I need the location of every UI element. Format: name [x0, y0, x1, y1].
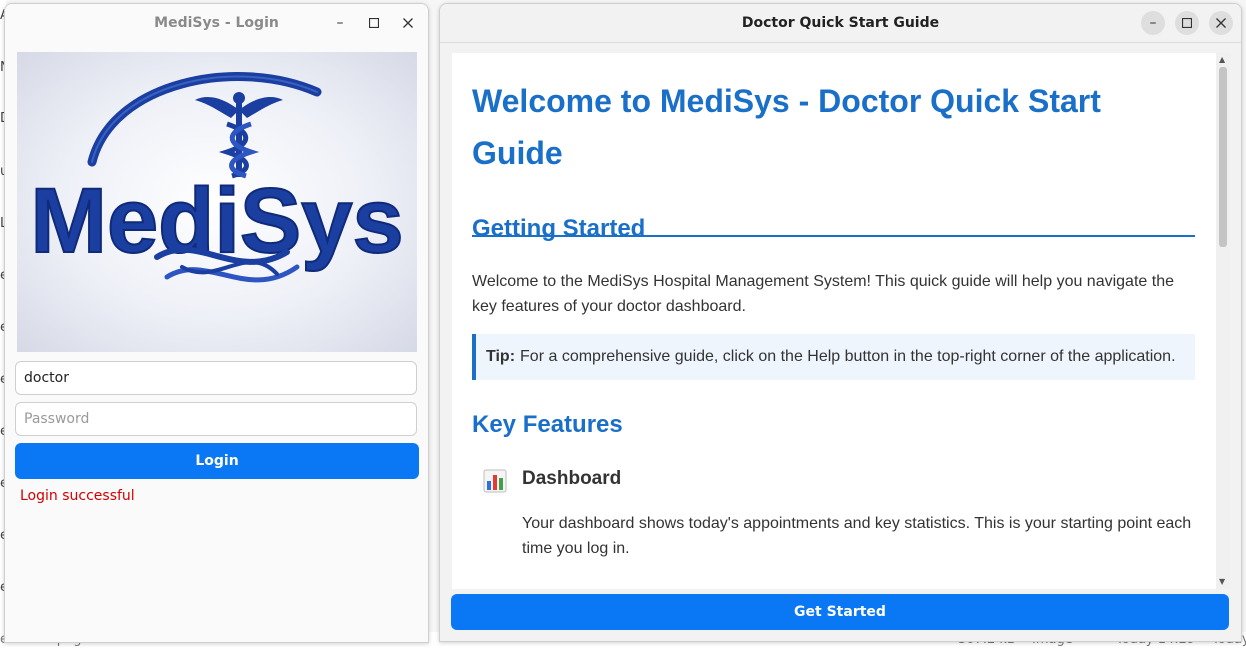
- get-started-button[interactable]: Get Started: [451, 594, 1229, 630]
- password-field[interactable]: [15, 402, 417, 436]
- maximize-icon[interactable]: [1175, 11, 1199, 35]
- window-title: Doctor Quick Start Guide: [741, 15, 940, 31]
- logo-graphic: MediSys: [29, 72, 405, 283]
- bar-chart-icon: [483, 469, 507, 493]
- guide-scrollbar[interactable]: ▲ ▼: [1216, 53, 1230, 589]
- scroll-down-icon[interactable]: ▼: [1219, 577, 1225, 586]
- login-status-message: Login successful: [20, 488, 135, 504]
- guide-heading: Welcome to MediSys - Doctor Quick Start …: [472, 83, 1101, 171]
- tip-label: Tip:: [486, 348, 516, 365]
- feature-dashboard-text: Your dashboard shows today's appointment…: [522, 515, 1192, 557]
- section-key-features: Key Features: [472, 411, 623, 438]
- minimize-icon[interactable]: –: [1141, 11, 1165, 35]
- intro-paragraph: Welcome to the MediSys Hospital Manageme…: [472, 273, 1174, 315]
- close-icon[interactable]: [396, 11, 420, 35]
- login-button[interactable]: Login: [15, 443, 419, 479]
- maximize-icon[interactable]: [362, 11, 386, 35]
- tip-box: Tip: For a comprehensive guide, click on…: [472, 334, 1195, 380]
- login-window: MediSys - Login – MediSys doctor Login L…: [4, 3, 429, 643]
- quick-start-guide-window: Doctor Quick Start Guide – Welcome to Me…: [439, 3, 1242, 642]
- username-field[interactable]: [15, 361, 417, 395]
- scroll-up-icon[interactable]: ▲: [1219, 55, 1225, 64]
- section-getting-started: Getting Started: [472, 215, 646, 242]
- scroll-thumb[interactable]: [1219, 67, 1227, 247]
- close-icon[interactable]: [1209, 11, 1233, 35]
- feature-dashboard-title: Dashboard: [522, 468, 622, 489]
- window-title: MediSys - Login: [154, 15, 279, 31]
- tip-text: For a comprehensive guide, click on the …: [520, 348, 1176, 365]
- guide-content[interactable]: Welcome to MediSys - Doctor Quick Start …: [452, 53, 1216, 589]
- guide-titlebar[interactable]: Doctor Quick Start Guide: [440, 4, 1241, 43]
- medisys-logo: MediSys: [17, 52, 417, 352]
- minimize-icon[interactable]: –: [328, 11, 352, 35]
